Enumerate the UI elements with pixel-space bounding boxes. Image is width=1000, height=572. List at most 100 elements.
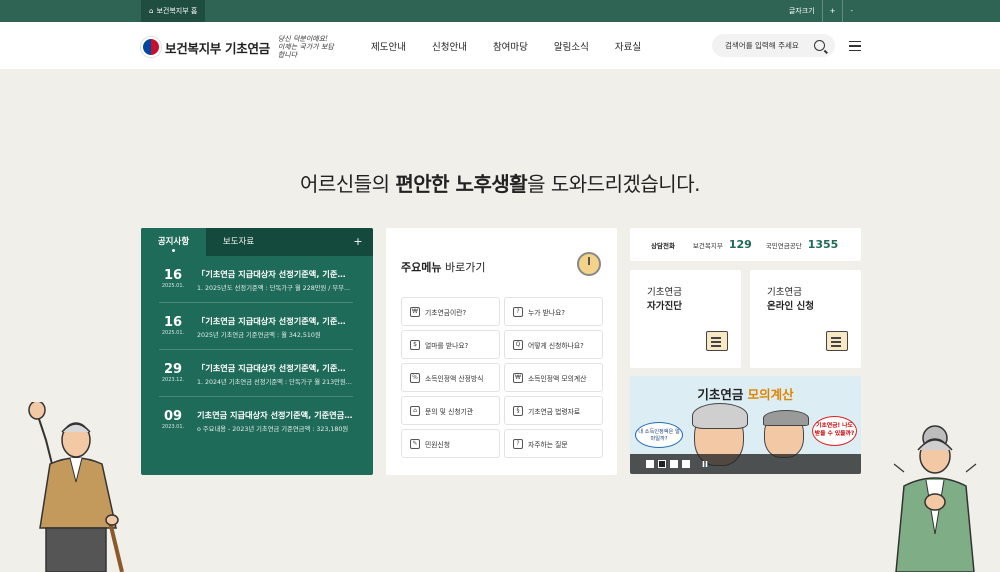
shortcut-label: 민원신청: [425, 440, 451, 449]
contact-number-mohw[interactable]: 129: [729, 238, 752, 251]
notice-day: 09: [163, 409, 183, 424]
notice-day: 29: [163, 362, 183, 377]
tab-press[interactable]: 보도자료: [206, 228, 271, 256]
notice-date: 16 2025.01.: [159, 268, 187, 302]
nav-item-system[interactable]: 제도안내: [371, 39, 406, 53]
shortcut-label: 기초연금이란?: [425, 308, 467, 317]
notice-title: 「기초연금 지급대상자 선정기준액, 기준연금...: [197, 269, 353, 279]
building-icon: ⌂: [410, 405, 420, 416]
money-bag-icon: ₩: [513, 372, 523, 383]
coin-icon: $: [410, 339, 420, 350]
shortcut-label: 얼마를 받나요?: [425, 341, 469, 350]
home-link-label: 보건복지부 홈: [156, 7, 198, 15]
font-size-controls: 글자크기 + -: [782, 0, 860, 22]
logo-slogan: 당신 덕분이에요! 이제는 국가가 보답합니다: [277, 35, 334, 59]
notice-day: 16: [163, 315, 183, 330]
calculator-icon: %: [410, 372, 420, 383]
elderly-man-illustration: [763, 410, 809, 458]
card-line2: 자가진단: [647, 301, 682, 312]
grandpa-waving-illustration: [28, 402, 124, 572]
online-application-card[interactable]: 기초연금 온라인 신청: [750, 270, 861, 368]
speech-bubble-right: 기초연금! 나도 받을 수 있을까?: [812, 416, 857, 446]
notice-item[interactable]: 16 2025.01. 「기초연금 지급대상자 선정기준액, 기준연금... 1…: [159, 256, 353, 303]
notice-desc: 1. 2024년 기초연금 선정기준액 : 단독가구 월 213만원 /...: [197, 379, 353, 386]
notice-year-month: 2025.01.: [161, 330, 185, 336]
consultation-phone: 상담전화 보건복지부 129 국민연금공단 1355: [630, 228, 861, 261]
checklist-icon: [706, 331, 728, 351]
computer-icon: [826, 331, 848, 351]
notice-title: 「기초연금 지급대상자 선정기준액, 기준연금...: [197, 316, 353, 326]
nav-item-news[interactable]: 알림소식: [554, 39, 589, 53]
notice-item[interactable]: 16 2025.01. 「기초연금 지급대상자 선정기준액, 기준연금... 2…: [159, 303, 353, 350]
shortcut-label: 자주하는 질문: [528, 440, 568, 449]
notice-date: 29 2023.12.: [159, 362, 187, 396]
notice-year-month: 2023.12.: [161, 377, 185, 383]
shortcut-civil-petition[interactable]: ✎ 민원신청: [401, 429, 500, 458]
notice-day: 16: [163, 268, 183, 283]
shortcut-income-simulation[interactable]: ₩ 소득인정액 모의계산: [504, 363, 603, 392]
hamburger-menu-icon[interactable]: [849, 41, 861, 51]
font-size-label: 글자크기: [788, 7, 815, 15]
hero-title: 어르신들의 편안한 노후생활을 도와드리겠습니다.: [0, 168, 1000, 197]
notice-item[interactable]: 29 2023.12. 「기초연금 지급대상자 선정기준액, 기준연금... 1…: [159, 350, 353, 397]
font-increase-button[interactable]: +: [821, 0, 843, 22]
shortcut-income-method[interactable]: % 소득인정액 산정방식: [401, 363, 500, 392]
pause-icon[interactable]: II: [702, 460, 708, 469]
simulation-banner[interactable]: 기초연금 모의계산 내 소득인정액은 얼마일까? 기초연금! 나도 받을 수 있…: [630, 376, 861, 474]
nav-item-library[interactable]: 자료실: [615, 39, 641, 53]
question-icon: ?: [513, 306, 523, 317]
font-decrease-button[interactable]: -: [842, 0, 860, 22]
card-line2: 온라인 신청: [767, 301, 815, 312]
banner-controls: II: [630, 454, 861, 474]
notice-item[interactable]: 09 2023.01. 기초연금 지급대상자 선정기준액, 기준연금액... o…: [159, 397, 353, 444]
shortcut-contact-agencies[interactable]: ⌂ 문의 및 신청기관: [401, 396, 500, 425]
main-menu-title-bold: 주요메뉴: [401, 261, 442, 274]
notice-list: 16 2025.01. 「기초연금 지급대상자 선정기준액, 기준연금... 1…: [141, 256, 373, 444]
banner-title-highlight: 모의계산: [747, 387, 794, 402]
clock-icon: [577, 252, 601, 276]
notice-date: 16 2025.01.: [159, 315, 187, 349]
contact-number-nps[interactable]: 1355: [808, 238, 839, 251]
nav-item-participate[interactable]: 참여마당: [493, 39, 528, 53]
shortcut-who-receives[interactable]: ? 누가 받나요?: [504, 297, 603, 326]
self-diagnosis-card[interactable]: 기초연금 자가진단: [630, 270, 741, 368]
contact-name-nps: 국민연금공단: [765, 241, 802, 250]
search-input[interactable]: 검색어를 입력해 주세요: [712, 34, 835, 57]
banner-dot-3[interactable]: [670, 460, 678, 468]
shortcut-legal-materials[interactable]: § 기초연금 법령자료: [504, 396, 603, 425]
site-logo[interactable]: 보건복지부 기초연금 당신 덕분이에요! 이제는 국가가 보답합니다: [141, 35, 334, 59]
hero-title-post: 을 도와드리겠습니다.: [527, 172, 700, 196]
notice-year-month: 2025.01.: [161, 283, 185, 289]
shortcut-label: 소득인정액 산정방식: [425, 374, 484, 383]
notice-title: 기초연금 지급대상자 선정기준액, 기준연금액...: [197, 410, 353, 420]
search-icon[interactable]: [814, 40, 825, 51]
tab-notice[interactable]: 공지사항: [141, 228, 206, 256]
mohw-home-link[interactable]: ⌂ 보건복지부 홈: [141, 0, 206, 22]
shortcut-how-much[interactable]: $ 얼마를 받나요?: [401, 330, 500, 359]
shortcut-label: 문의 및 신청기관: [425, 407, 474, 416]
shortcut-faq[interactable]: ? 자주하는 질문: [504, 429, 603, 458]
pen-icon: ✎: [410, 438, 420, 449]
money-icon: ₩: [410, 306, 420, 317]
main-nav: 제도안내 신청안내 참여마당 알림소식 자료실: [371, 22, 641, 69]
shortcut-how-to-apply[interactable]: Q 어떻게 신청하나요?: [504, 330, 603, 359]
notice-more-button[interactable]: +: [343, 228, 373, 256]
card-line1: 기초연금: [767, 287, 802, 298]
contact-name-mohw: 보건복지부: [692, 241, 723, 250]
speech-bubble-left: 내 소득인정액은 얼마일까?: [635, 422, 683, 448]
search-placeholder: 검색어를 입력해 주세요: [725, 41, 799, 50]
hero-title-pre: 어르신들의: [300, 172, 396, 196]
main-menu-grid: ₩ 기초연금이란? ? 누가 받나요? $ 얼마를 받나요? Q 어떻게 신청하나요? …: [401, 297, 603, 458]
banner-dot-2[interactable]: [658, 460, 666, 468]
main-menu-title: 주요메뉴 바로가기: [401, 259, 485, 275]
notice-desc: 1. 2025년도 선정기준액 : 단독가구 월 228만원 / 부부...: [197, 285, 351, 292]
banner-dot-4[interactable]: [682, 460, 690, 468]
shortcut-what-is-pension[interactable]: ₩ 기초연금이란?: [401, 297, 500, 326]
taegeuk-logo-icon: [141, 37, 161, 57]
logo-text: 보건복지부 기초연금: [165, 40, 270, 56]
notice-year-month: 2023.01.: [161, 424, 185, 430]
shortcut-label: 누가 받나요?: [528, 308, 566, 317]
nav-item-apply[interactable]: 신청안내: [432, 39, 467, 53]
banner-dot-1[interactable]: [646, 460, 654, 468]
main-menu-shortcuts: 주요메뉴 바로가기 ₩ 기초연금이란? ? 누가 받나요? $ 얼마를 받나요? Q어…: [386, 228, 617, 475]
